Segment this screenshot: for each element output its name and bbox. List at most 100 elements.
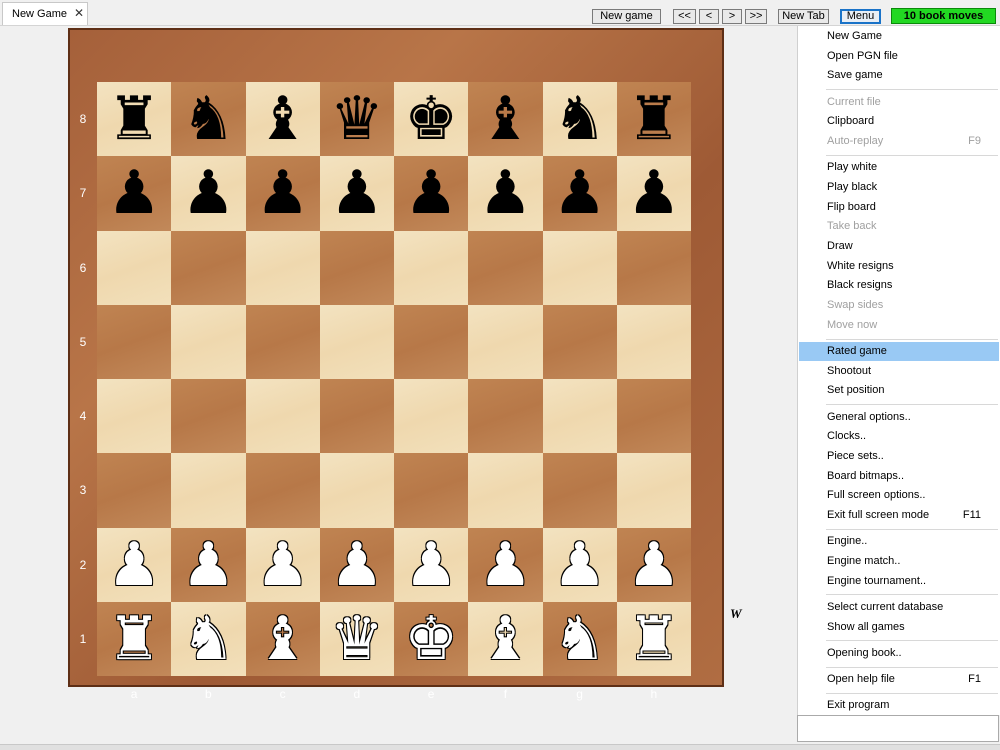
square-d4[interactable] xyxy=(319,379,394,454)
square-a3[interactable] xyxy=(97,453,172,528)
square-c4[interactable] xyxy=(245,379,320,454)
white-knight-icon[interactable]: ♞ xyxy=(181,609,235,669)
square-e5[interactable] xyxy=(394,304,469,379)
square-a2[interactable]: ♟ xyxy=(97,527,172,602)
black-pawn-icon[interactable]: ♟ xyxy=(181,163,235,223)
square-h2[interactable]: ♟ xyxy=(616,527,691,602)
white-pawn-icon[interactable]: ♟ xyxy=(181,535,235,595)
menu-item-white-resigns[interactable]: White resigns xyxy=(799,257,999,276)
square-g6[interactable] xyxy=(542,230,617,305)
previous-move-button[interactable]: < xyxy=(699,9,719,24)
black-king-icon[interactable]: ♚ xyxy=(404,89,458,149)
square-f3[interactable] xyxy=(468,453,543,528)
square-a1[interactable]: ♜ xyxy=(97,601,172,676)
chess-board[interactable]: ♜ ♞ ♝ ♛ ♚ ♝ ♞ ♜ ♟ ♟ ♟ ♟ ♟ ♟ ♟ ♟ ♟ ♟ ♟ ♟ ♟ ♟ ♟ ♟ ♜ ♞ ♝ ♛ ♚ ♝ ♞ ♜ xyxy=(97,82,691,676)
square-b7[interactable]: ♟ xyxy=(171,156,246,231)
square-c1[interactable]: ♝ xyxy=(245,601,320,676)
menu-button[interactable]: Menu xyxy=(840,9,881,24)
menu-item-general-options[interactable]: General options.. xyxy=(799,408,999,427)
next-move-button[interactable]: > xyxy=(722,9,742,24)
square-d6[interactable] xyxy=(319,230,394,305)
white-rook-icon[interactable]: ♜ xyxy=(107,609,161,669)
square-g7[interactable]: ♟ xyxy=(542,156,617,231)
square-g1[interactable]: ♞ xyxy=(542,601,617,676)
square-e8[interactable]: ♚ xyxy=(394,82,469,157)
black-pawn-icon[interactable]: ♟ xyxy=(107,163,161,223)
white-knight-icon[interactable]: ♞ xyxy=(553,609,607,669)
square-b5[interactable] xyxy=(171,304,246,379)
close-icon[interactable]: ✕ xyxy=(74,6,84,20)
white-queen-icon[interactable]: ♛ xyxy=(330,609,384,669)
square-a5[interactable] xyxy=(97,304,172,379)
menu-item-engine-tournament[interactable]: Engine tournament.. xyxy=(799,572,999,591)
square-b8[interactable]: ♞ xyxy=(171,82,246,157)
square-e1[interactable]: ♚ xyxy=(394,601,469,676)
menu-item-shootout[interactable]: Shootout xyxy=(799,362,999,381)
menu-item-black-resigns[interactable]: Black resigns xyxy=(799,276,999,295)
white-pawn-icon[interactable]: ♟ xyxy=(256,535,310,595)
menu-item-exit-full-screen-mode[interactable]: Exit full screen mode F11 xyxy=(799,506,999,525)
square-c3[interactable] xyxy=(245,453,320,528)
menu-item-piece-sets[interactable]: Piece sets.. xyxy=(799,447,999,466)
command-input[interactable] xyxy=(797,715,999,742)
black-pawn-icon[interactable]: ♟ xyxy=(256,163,310,223)
square-b1[interactable]: ♞ xyxy=(171,601,246,676)
menu-item-play-white[interactable]: Play white xyxy=(799,158,999,177)
menu-item-flip-board[interactable]: Flip board xyxy=(799,198,999,217)
square-f8[interactable]: ♝ xyxy=(468,82,543,157)
first-move-button[interactable]: << xyxy=(673,9,696,24)
white-king-icon[interactable]: ♚ xyxy=(404,609,458,669)
square-d1[interactable]: ♛ xyxy=(319,601,394,676)
black-bishop-icon[interactable]: ♝ xyxy=(478,89,532,149)
square-a4[interactable] xyxy=(97,379,172,454)
square-f5[interactable] xyxy=(468,304,543,379)
square-d7[interactable]: ♟ xyxy=(319,156,394,231)
white-pawn-icon[interactable]: ♟ xyxy=(478,535,532,595)
square-f1[interactable]: ♝ xyxy=(468,601,543,676)
white-pawn-icon[interactable]: ♟ xyxy=(627,535,681,595)
menu-item-clocks[interactable]: Clocks.. xyxy=(799,427,999,446)
menu-item-engine[interactable]: Engine.. xyxy=(799,532,999,551)
square-g4[interactable] xyxy=(542,379,617,454)
square-c6[interactable] xyxy=(245,230,320,305)
black-pawn-icon[interactable]: ♟ xyxy=(404,163,458,223)
last-move-button[interactable]: >> xyxy=(745,9,767,24)
menu-item-show-all-games[interactable]: Show all games xyxy=(799,618,999,637)
square-g3[interactable] xyxy=(542,453,617,528)
black-pawn-icon[interactable]: ♟ xyxy=(627,163,681,223)
black-rook-icon[interactable]: ♜ xyxy=(107,89,161,149)
white-rook-icon[interactable]: ♜ xyxy=(627,609,681,669)
square-c5[interactable] xyxy=(245,304,320,379)
new-game-button[interactable]: New game xyxy=(592,9,661,24)
square-b3[interactable] xyxy=(171,453,246,528)
square-f6[interactable] xyxy=(468,230,543,305)
black-rook-icon[interactable]: ♜ xyxy=(627,89,681,149)
square-g5[interactable] xyxy=(542,304,617,379)
menu-item-rated-game[interactable]: Rated game xyxy=(799,342,999,361)
black-knight-icon[interactable]: ♞ xyxy=(181,89,235,149)
black-bishop-icon[interactable]: ♝ xyxy=(256,89,310,149)
square-e6[interactable] xyxy=(394,230,469,305)
square-h7[interactable]: ♟ xyxy=(616,156,691,231)
square-b4[interactable] xyxy=(171,379,246,454)
square-g2[interactable]: ♟ xyxy=(542,527,617,602)
white-pawn-icon[interactable]: ♟ xyxy=(553,535,607,595)
black-queen-icon[interactable]: ♛ xyxy=(330,89,384,149)
black-knight-icon[interactable]: ♞ xyxy=(553,89,607,149)
square-b2[interactable]: ♟ xyxy=(171,527,246,602)
square-c2[interactable]: ♟ xyxy=(245,527,320,602)
square-e4[interactable] xyxy=(394,379,469,454)
square-a6[interactable] xyxy=(97,230,172,305)
square-e7[interactable]: ♟ xyxy=(394,156,469,231)
square-g8[interactable]: ♞ xyxy=(542,82,617,157)
square-e2[interactable]: ♟ xyxy=(394,527,469,602)
white-pawn-icon[interactable]: ♟ xyxy=(330,535,384,595)
square-h5[interactable] xyxy=(616,304,691,379)
square-h3[interactable] xyxy=(616,453,691,528)
tab-new-game[interactable]: New Game ✕ xyxy=(2,2,88,25)
square-c8[interactable]: ♝ xyxy=(245,82,320,157)
menu-item-play-black[interactable]: Play black xyxy=(799,178,999,197)
square-c7[interactable]: ♟ xyxy=(245,156,320,231)
square-f7[interactable]: ♟ xyxy=(468,156,543,231)
menu-item-set-position[interactable]: Set position xyxy=(799,381,999,400)
